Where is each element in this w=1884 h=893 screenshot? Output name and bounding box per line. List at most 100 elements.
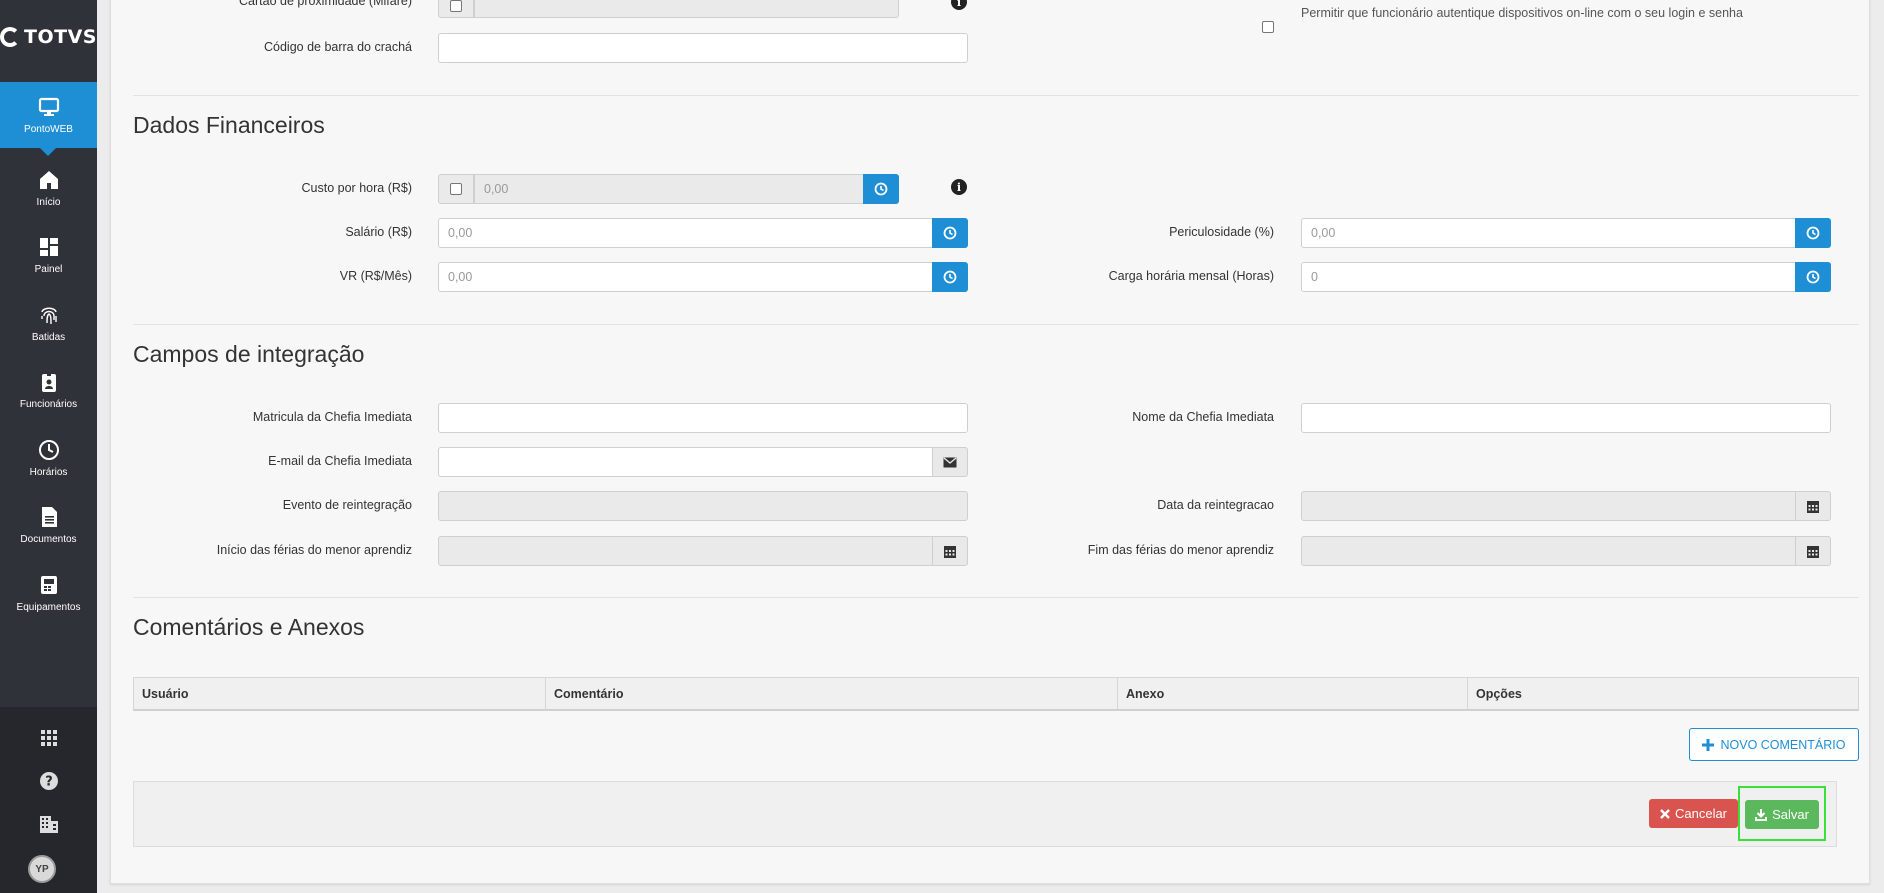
sidebar-item-label: Batidas	[31, 332, 66, 343]
inicio-ferias-calendar-button[interactable]	[932, 536, 968, 566]
save-label: Salvar	[1772, 807, 1809, 822]
cartao-label: Cartão de proximidade (Mifare)	[239, 0, 412, 8]
custo-input[interactable]: 0,00	[474, 174, 864, 204]
svg-text:?: ?	[45, 775, 53, 790]
close-icon	[1660, 808, 1670, 819]
fim-ferias-input	[1301, 536, 1797, 566]
periculosidade-input[interactable]: 0,00	[1301, 218, 1797, 248]
calendar-icon	[1807, 545, 1819, 558]
history-icon	[1806, 270, 1820, 284]
sidebar-item-label: Equipamentos	[16, 602, 81, 613]
custo-history-button[interactable]	[863, 174, 899, 204]
section-title-financeiro: Dados Financeiros	[133, 112, 325, 138]
sidebar-item-pontoweb[interactable]: PontoWEB	[0, 82, 97, 156]
vr-input[interactable]: 0,00	[438, 262, 934, 292]
permitir-checkbox[interactable]	[1262, 21, 1274, 33]
history-icon	[943, 270, 957, 284]
codigo-barra-input[interactable]	[438, 33, 968, 63]
novo-comentario-button[interactable]: NOVO COMENTÁRIO	[1689, 728, 1859, 761]
novo-comentario-label: NOVO COMENTÁRIO	[1720, 737, 1846, 752]
form-actions-bar	[133, 781, 1837, 847]
section-title-integracao: Campos de integração	[133, 341, 365, 367]
sidebar-item-painel[interactable]: Painel	[0, 222, 97, 289]
sidebar-item-documentos[interactable]: Documentos	[0, 492, 97, 559]
matricula-label: Matricula da Chefia Imediata	[252, 410, 412, 424]
inicio-ferias-label: Início das férias do menor aprendiz	[216, 543, 412, 557]
calendar-icon	[1807, 500, 1819, 513]
cartao-checkbox[interactable]	[450, 0, 462, 12]
sidebar-item-label: Funcionários	[19, 399, 78, 410]
download-icon	[1755, 808, 1768, 821]
column-header-opcoes[interactable]: Opções	[1468, 678, 1858, 710]
logo-text: TOTVS	[24, 26, 97, 48]
carga-label: Carga horária mensal (Horas)	[1108, 269, 1274, 283]
email-chefia-input[interactable]	[438, 447, 934, 477]
divider	[133, 324, 1859, 325]
section-title-comentarios: Comentários e Anexos	[133, 614, 365, 640]
sidebar: TOTVS PontoWEB Início Painel Batidas Fun…	[0, 0, 97, 893]
periculosidade-history-button[interactable]	[1795, 218, 1831, 248]
sidebar-item-horarios[interactable]: Horários	[0, 425, 97, 492]
device-icon	[38, 574, 60, 596]
matricula-chefia-input[interactable]	[438, 403, 968, 433]
envelope-icon	[943, 456, 957, 467]
evento-reint-label: Evento de reintegração	[282, 498, 412, 512]
save-button-highlight: Salvar	[1738, 786, 1826, 841]
periculosidade-label: Periculosidade (%)	[1169, 225, 1274, 239]
apps-grid-icon[interactable]	[0, 723, 97, 753]
inicio-ferias-input	[438, 536, 934, 566]
carga-history-button[interactable]	[1795, 262, 1831, 292]
history-icon	[874, 182, 888, 196]
cartao-checkbox-addon	[438, 0, 474, 18]
cartao-input[interactable]	[474, 0, 899, 18]
custo-label: Custo por hora (R$)	[301, 181, 412, 195]
custo-checkbox-addon	[438, 174, 474, 204]
column-header-anexo[interactable]: Anexo	[1118, 678, 1468, 710]
cancel-label: Cancelar	[1674, 806, 1728, 821]
permitir-label: Permitir que funcionário autentique disp…	[1301, 6, 1743, 20]
sidebar-item-funcionarios[interactable]: Funcionários	[0, 357, 97, 424]
nome-chefia-label: Nome da Chefia Imediata	[1132, 410, 1274, 424]
save-button[interactable]: Salvar	[1745, 800, 1819, 829]
nome-chefia-input[interactable]	[1301, 403, 1831, 433]
sidebar-item-inicio[interactable]: Início	[0, 155, 97, 222]
codigo-label: Código de barra do crachá	[263, 40, 412, 54]
email-chefia-label: E-mail da Chefia Imediata	[268, 454, 412, 468]
sidebar-item-label: Painel	[34, 264, 63, 275]
sidebar-item-equipamentos[interactable]: Equipamentos	[0, 560, 97, 627]
custo-checkbox[interactable]	[450, 183, 462, 195]
cancel-button[interactable]: Cancelar	[1649, 799, 1738, 828]
totvs-logo[interactable]: TOTVS	[0, 22, 97, 52]
scrollbar[interactable]	[1874, 0, 1884, 893]
dashboard-icon	[38, 236, 60, 258]
column-header-usuario[interactable]: Usuário	[134, 678, 546, 710]
email-addon	[932, 447, 968, 477]
comments-table: Usuário Comentário Anexo Opções	[133, 677, 1859, 711]
sidebar-item-label: Início	[36, 197, 61, 208]
salario-label: Salário (R$)	[345, 225, 412, 239]
info-icon[interactable]: i	[951, 179, 967, 195]
main-panel	[110, 0, 1870, 884]
fim-ferias-calendar-button[interactable]	[1795, 536, 1831, 566]
avatar[interactable]: YP	[28, 855, 56, 883]
sidebar-item-batidas[interactable]: Batidas	[0, 290, 97, 357]
history-icon	[943, 226, 957, 240]
sidebar-item-label: Documentos	[20, 534, 77, 545]
building-icon[interactable]	[0, 809, 97, 839]
home-icon	[38, 169, 60, 191]
help-icon[interactable]: ?	[0, 766, 97, 796]
divider	[133, 95, 1859, 96]
salario-history-button[interactable]	[932, 218, 968, 248]
plus-icon	[1702, 738, 1715, 751]
vr-label: VR (R$/Mês)	[339, 269, 412, 283]
data-reint-calendar-button[interactable]	[1795, 491, 1831, 521]
data-reint-input	[1301, 491, 1797, 521]
column-header-comentario[interactable]: Comentário	[546, 678, 1118, 710]
carga-input[interactable]: 0	[1301, 262, 1797, 292]
history-icon	[1806, 226, 1820, 240]
data-reint-label: Data da reintegracao	[1157, 498, 1274, 512]
salario-input[interactable]: 0,00	[438, 218, 934, 248]
logo-ring-icon	[0, 27, 21, 47]
monitor-icon	[38, 96, 60, 118]
vr-history-button[interactable]	[932, 262, 968, 292]
